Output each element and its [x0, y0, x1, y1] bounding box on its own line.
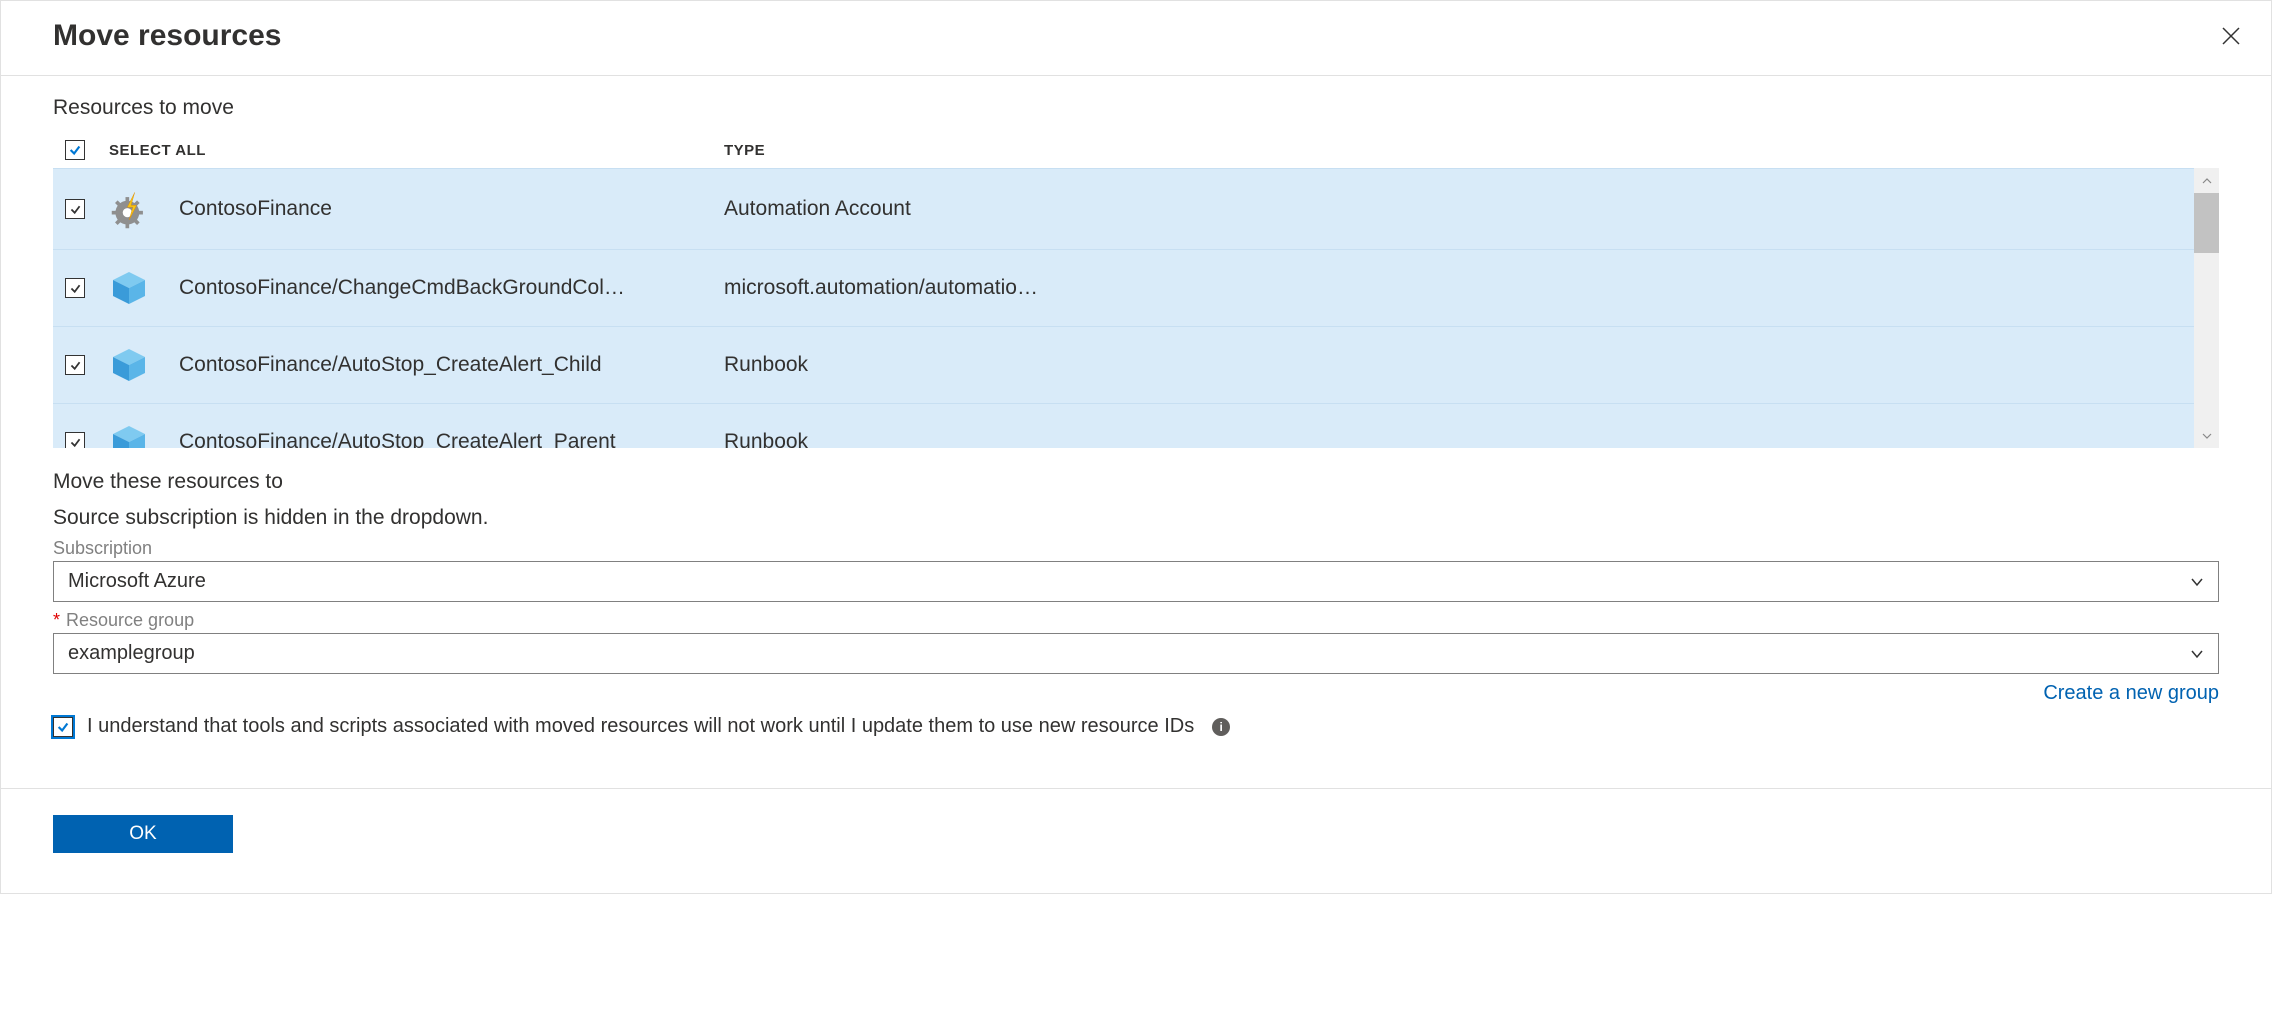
- row-checkbox[interactable]: [65, 432, 85, 448]
- cube-icon: [109, 268, 149, 308]
- resource-name: ContosoFinance/AutoStop_CreateAlert_Pare…: [179, 430, 724, 448]
- understand-text: I understand that tools and scripts asso…: [87, 715, 1194, 738]
- resource-group-label: *Resource group: [53, 610, 2219, 631]
- dialog-footer: OK: [1, 788, 2271, 893]
- resource-name: ContosoFinance: [179, 197, 724, 221]
- row-checkbox[interactable]: [65, 278, 85, 298]
- resource-name: ContosoFinance/ChangeCmdBackGroundCol…: [179, 276, 724, 300]
- subscription-label: Subscription: [53, 538, 2219, 559]
- resource-group-value: examplegroup: [68, 642, 195, 665]
- chevron-down-icon: [2190, 575, 2204, 589]
- row-checkbox[interactable]: [65, 199, 85, 219]
- move-target-heading: Move these resources to: [53, 470, 2219, 494]
- ok-button[interactable]: OK: [53, 815, 233, 853]
- resource-type: Automation Account: [724, 197, 2186, 221]
- subscription-dropdown[interactable]: Microsoft Azure: [53, 561, 2219, 602]
- resource-group-dropdown[interactable]: examplegroup: [53, 633, 2219, 674]
- scrollbar[interactable]: [2194, 168, 2219, 448]
- resources-table: SELECT ALL TYPE ContosoFinanceAutomation…: [53, 132, 2219, 448]
- understand-checkbox[interactable]: [53, 717, 73, 737]
- close-icon[interactable]: [2219, 24, 2243, 48]
- scrollbar-thumb[interactable]: [2194, 193, 2219, 253]
- resources-to-move-label: Resources to move: [1, 96, 2271, 132]
- dialog-title: Move resources: [53, 19, 281, 53]
- subscription-value: Microsoft Azure: [68, 570, 206, 593]
- table-row[interactable]: ContosoFinance/AutoStop_CreateAlert_Pare…: [53, 404, 2194, 448]
- dialog-header: Move resources: [1, 1, 2271, 76]
- automation-account-icon: [109, 187, 153, 231]
- row-checkbox[interactable]: [65, 355, 85, 375]
- resource-type: microsoft.automation/automatio…: [724, 276, 2186, 300]
- table-row[interactable]: ContosoFinance/ChangeCmdBackGroundCol…mi…: [53, 250, 2194, 327]
- resource-name: ContosoFinance/AutoStop_CreateAlert_Chil…: [179, 353, 724, 377]
- select-all-header: SELECT ALL: [109, 142, 724, 159]
- source-subscription-note: Source subscription is hidden in the dro…: [53, 506, 2219, 530]
- select-all-checkbox[interactable]: [65, 140, 85, 160]
- cube-icon: [109, 422, 149, 448]
- scroll-up-icon[interactable]: [2194, 168, 2219, 193]
- create-new-group-link[interactable]: Create a new group: [2043, 682, 2219, 704]
- type-header: TYPE: [724, 142, 765, 159]
- scroll-down-icon[interactable]: [2194, 423, 2219, 448]
- table-row[interactable]: ContosoFinance/AutoStop_CreateAlert_Chil…: [53, 327, 2194, 404]
- table-row[interactable]: ContosoFinanceAutomation Account: [53, 168, 2194, 250]
- resource-type: Runbook: [724, 430, 2186, 448]
- resource-type: Runbook: [724, 353, 2186, 377]
- resources-scrollarea: ContosoFinanceAutomation AccountContosoF…: [53, 168, 2219, 448]
- chevron-down-icon: [2190, 647, 2204, 661]
- info-icon[interactable]: i: [1212, 718, 1230, 736]
- required-indicator: *: [53, 610, 60, 630]
- table-header-row: SELECT ALL TYPE: [53, 132, 2219, 168]
- cube-icon: [109, 345, 149, 385]
